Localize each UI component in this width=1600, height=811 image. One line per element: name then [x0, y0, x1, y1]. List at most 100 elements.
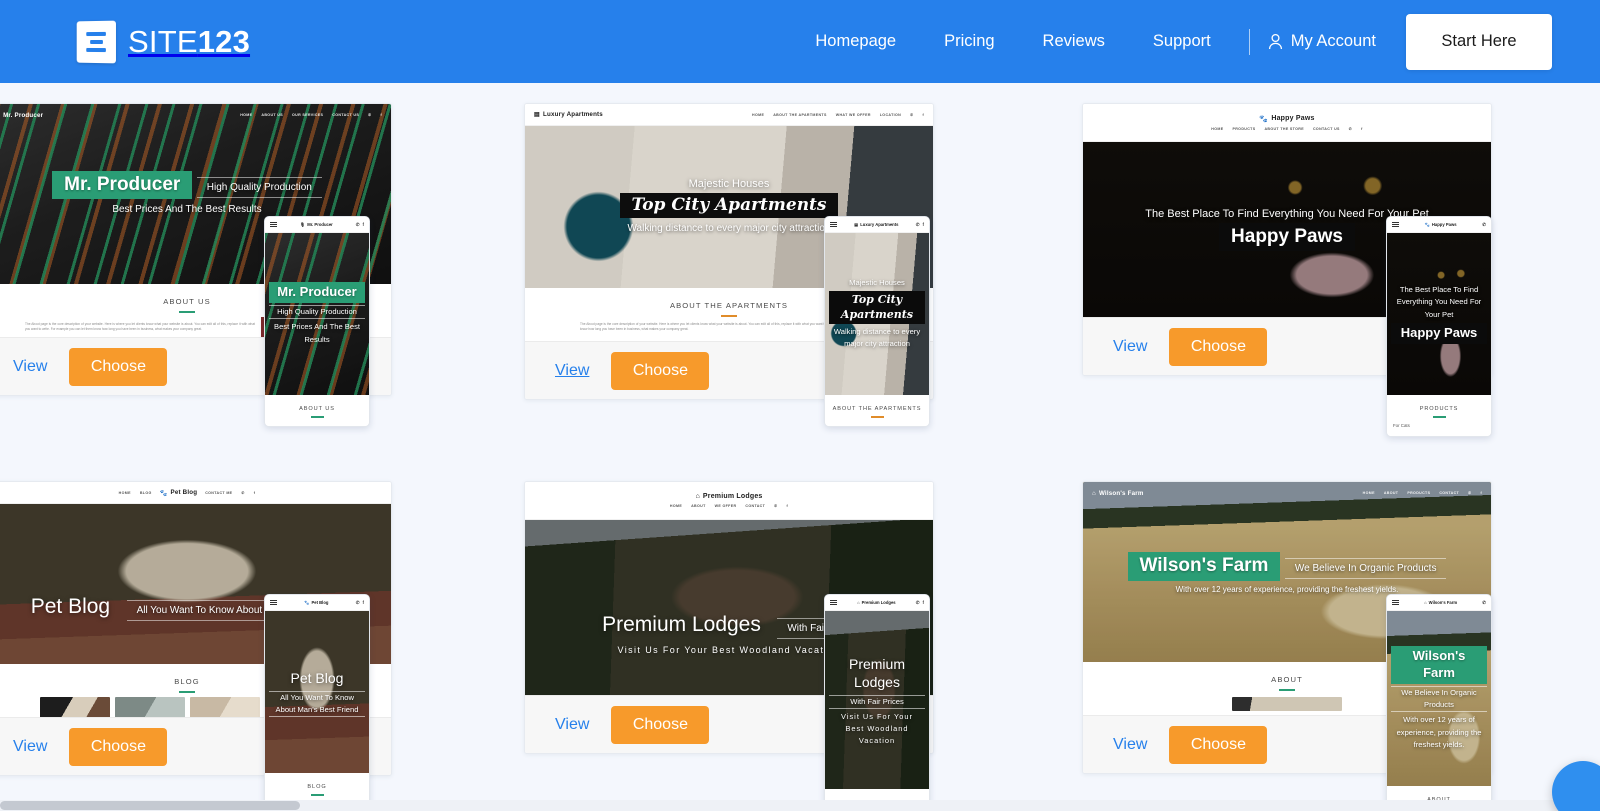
mobile-hero-subtitle-2: Visit Us For Your Best Woodland Vacation	[841, 712, 913, 746]
preview-nav: HOME ABOUT WE OFFER CONTACT ✆ f	[670, 504, 788, 508]
start-here-button[interactable]: Start Here	[1406, 13, 1552, 70]
section-body: The About page is the core description o…	[25, 322, 255, 332]
mobile-section: ABOUT US	[265, 395, 369, 426]
mobile-hero-subtitle: High Quality Production	[269, 305, 365, 320]
mobile-site-name: Happy Paws	[1431, 222, 1457, 227]
preview-nav-item: CONTACT	[745, 504, 766, 508]
choose-button[interactable]: Choose	[611, 351, 710, 390]
preview-site-name: Mr. Producer	[3, 111, 44, 119]
preview-nav: HOME PRODUCTS ABOUT THE STORE CONTACT US…	[1211, 127, 1362, 131]
choose-button[interactable]: Choose	[1169, 725, 1268, 764]
mobile-topbar: 🐾 Pet Blog ✆ f	[265, 595, 369, 611]
preview-nav-item: ABOUT THE STORE	[1264, 126, 1304, 131]
phone-icon: ✆	[910, 112, 914, 117]
view-link[interactable]: View	[553, 358, 591, 384]
hamburger-icon	[1392, 221, 1399, 228]
section-divider	[721, 315, 737, 317]
mobile-section-label: ABOUT US	[299, 406, 335, 412]
template-grid: 🎙 Mr. Producer HOME ABOUT US OUR SERVICES…	[0, 83, 1600, 811]
mobile-preview-luxury-apartments[interactable]: ▤ Luxury Apartments ✆ f Majestic Houses To…	[824, 216, 930, 427]
mobile-preview-pet-blog[interactable]: 🐾 Pet Blog ✆ f Pet Blog All You Want To Kn…	[264, 594, 370, 811]
mobile-icons: ✆ f	[356, 222, 364, 228]
preview-site-name: Wilson's Farm	[1098, 489, 1144, 497]
template-cell: 🐾 Happy Paws HOME PRODUCTS ABOUT THE STOR…	[1080, 103, 1600, 453]
preview-nav-item: HOME	[752, 112, 765, 117]
microphone-icon: 🎙	[299, 221, 306, 227]
preview-nav-item: BLOG	[139, 490, 152, 495]
template-cell: HOME BLOG 🐾 Pet Blog CONTACT ME ✆ f Pet B…	[0, 481, 520, 811]
preview-nav-item: ABOUT THE APARTMENTS	[773, 112, 827, 117]
preview-topbar: 🎙Mr. Producer HOME ABOUT US OUR SERVICES…	[0, 104, 391, 126]
preview-site-name: Luxury Apartments	[543, 111, 603, 118]
mobile-hero: Premium Lodges With Fair Prices Visit Us…	[825, 611, 929, 789]
hero-title: Wilson's Farm	[1127, 552, 1281, 581]
preview-nav-item: CONTACT	[1439, 491, 1460, 495]
home-icon: ⌂	[695, 493, 700, 500]
facebook-icon: f	[253, 490, 256, 495]
hero-pretitle: Majestic Houses	[688, 177, 770, 190]
mobile-section-divider	[310, 794, 324, 796]
hamburger-icon	[830, 221, 837, 228]
preview-nav: HOME ABOUT US OUR SERVICES CONTACT US ✆ …	[240, 113, 382, 117]
section-divider	[179, 311, 195, 313]
brand-logo[interactable]: SITE123	[76, 20, 250, 63]
template-cell: 🎙 Mr. Producer HOME ABOUT US OUR SERVICES…	[0, 103, 520, 453]
preview-nav: HOME ABOUT PRODUCTS CONTACT ✆ f	[1363, 491, 1482, 495]
mobile-topbar: 🐾 Happy Paws ✆	[1387, 217, 1491, 233]
mobile-preview-mr-producer[interactable]: 🎙 Mr. Producer ✆ f Mr. Producer High Quali…	[264, 216, 370, 427]
preview-nav: HOME ABOUT THE APARTMENTS WHAT WE OFFER …	[752, 113, 924, 117]
choose-button[interactable]: Choose	[611, 705, 710, 744]
mobile-icons: ✆	[1482, 222, 1486, 228]
preview-nav-item: HOME	[240, 113, 253, 117]
preview-topbar: ⌂ Premium Lodges HOME ABOUT WE OFFER CONT…	[525, 482, 933, 520]
paw-icon: 🐾	[1259, 115, 1269, 123]
nav-item-homepage[interactable]: Homepage	[791, 22, 920, 61]
phone-icon: ✆	[915, 221, 920, 227]
section-thumb	[39, 697, 110, 717]
view-link[interactable]: View	[553, 712, 591, 738]
preview-nav-item: LOCATION	[879, 112, 902, 117]
choose-button[interactable]: Choose	[1169, 327, 1268, 366]
hero-subtitle-2: Best Prices And The Best Results	[112, 204, 262, 216]
mobile-site-name: Pet Blog	[311, 600, 329, 605]
view-link[interactable]: View	[1111, 732, 1149, 758]
horizontal-scrollbar[interactable]	[0, 800, 1600, 811]
mobile-site-name: Wilson's Farm	[1428, 600, 1458, 605]
preview-topbar: ⌂ Wilson's Farm HOME ABOUT PRODUCTS CONTA…	[1083, 482, 1491, 504]
my-account-label: My Account	[1290, 32, 1376, 50]
choose-button[interactable]: Choose	[69, 727, 168, 766]
preview-site-name: Happy Paws	[1271, 115, 1315, 122]
mobile-icons: ✆ f	[356, 600, 364, 606]
phone-icon: ✆	[1482, 221, 1486, 227]
preview-nav-item: OUR SERVICES	[291, 113, 324, 117]
nav-item-reviews[interactable]: Reviews	[1019, 22, 1129, 61]
mobile-hero-pretitle: Majestic Houses	[849, 278, 905, 288]
mobile-hero-subtitle-2: With over 12 years of experience, provid…	[1396, 715, 1482, 749]
mobile-preview-wilsons-farm[interactable]: ⌂ Wilson's Farm ✆ Wilson's Farm We Believ…	[1386, 594, 1492, 811]
mobile-hero-subtitle: With Fair Prices	[829, 695, 925, 710]
site123-logo-icon	[76, 20, 116, 63]
facebook-icon: f	[362, 221, 365, 227]
preview-nav-item: ABOUT US	[261, 113, 283, 117]
phone-icon: ✆	[1482, 599, 1486, 605]
mobile-preview-happy-paws[interactable]: 🐾 Happy Paws ✆ The Best Place To Find Eve…	[1386, 216, 1492, 437]
phone-icon: ✆	[368, 113, 372, 117]
mobile-topbar: ⌂ Wilson's Farm ✆	[1387, 595, 1491, 611]
section-thumb	[1232, 697, 1342, 711]
view-link[interactable]: View	[11, 734, 49, 760]
choose-button[interactable]: Choose	[69, 347, 168, 386]
mobile-icons: ✆ f	[916, 222, 924, 228]
facebook-icon: f	[362, 599, 364, 605]
scrollbar-thumb[interactable]	[0, 801, 300, 810]
mobile-section: PRODUCTS For Cats	[1387, 395, 1491, 436]
building-icon: ▤	[854, 222, 859, 227]
preview-nav-item: ABOUT	[1383, 491, 1399, 495]
mobile-preview-premium-lodges[interactable]: ⌂ Premium Lodges ✆ f Premium Lodges With F…	[824, 594, 930, 811]
preview-nav: HOME BLOG	[119, 491, 152, 495]
view-link[interactable]: View	[11, 354, 49, 380]
nav-item-support[interactable]: Support	[1129, 22, 1235, 61]
my-account-link[interactable]: My Account	[1264, 22, 1380, 61]
view-link[interactable]: View	[1111, 334, 1149, 360]
hero-title: Happy Paws	[1219, 222, 1355, 252]
nav-item-pricing[interactable]: Pricing	[920, 22, 1018, 61]
